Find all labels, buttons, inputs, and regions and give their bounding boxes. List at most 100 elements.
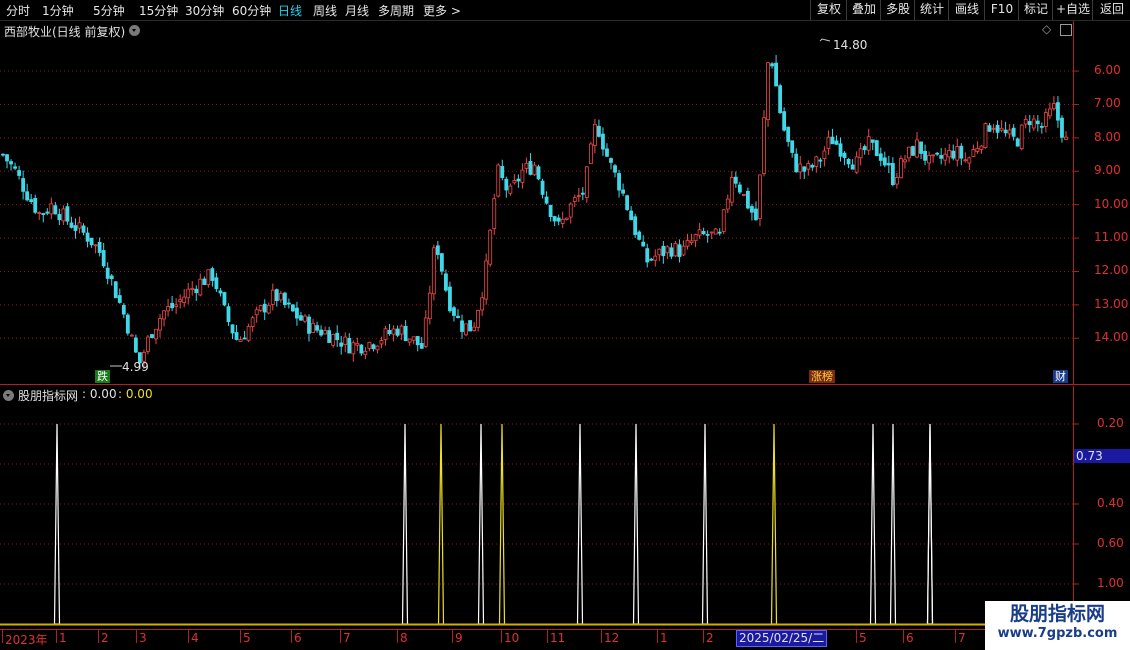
signal-bar <box>889 423 897 625</box>
tab-5min[interactable]: 5分钟 <box>93 2 125 19</box>
candle <box>1043 108 1048 133</box>
candle <box>939 148 944 165</box>
candle <box>262 299 267 321</box>
candle <box>890 157 895 187</box>
draw-line-button[interactable]: 画线 <box>948 0 985 20</box>
candle <box>601 127 605 156</box>
price-axis-label: 11.00 <box>1094 230 1129 245</box>
candlestick-panel[interactable]: 西部牧业(日线 前复权) ◇ 14.80 4.99 跌 涨榜 财 14.00 13… <box>0 21 1130 385</box>
date-axis-label: 2 <box>706 631 714 645</box>
diamond-icon[interactable]: ◇ <box>1042 22 1051 36</box>
candle <box>802 166 807 179</box>
candle <box>927 151 931 171</box>
date-axis-label: 6 <box>906 631 914 645</box>
candle <box>254 306 259 323</box>
candle <box>331 333 336 348</box>
candle <box>963 152 968 163</box>
candle <box>830 128 835 145</box>
candle <box>1039 122 1044 134</box>
tab-15min[interactable]: 15分钟 <box>139 2 178 19</box>
f10-button[interactable]: F10 <box>984 0 1019 20</box>
candle <box>605 143 609 158</box>
chevron-down-icon[interactable] <box>3 390 14 401</box>
signal-bar <box>498 423 506 625</box>
down-badge[interactable]: 跌 <box>95 370 110 383</box>
tab-minute-chart[interactable]: 分时 <box>6 2 30 19</box>
limit-list-badge[interactable]: 涨榜 <box>809 370 835 383</box>
candle <box>1060 115 1064 143</box>
multi-stock-button[interactable]: 多股 <box>880 0 915 20</box>
chevron-right-icon: > <box>447 4 461 18</box>
price-axis-label: 10.00 <box>1094 196 1129 211</box>
candle <box>343 332 348 353</box>
candle <box>315 321 319 333</box>
add-watchlist-button[interactable]: +自选 <box>1052 0 1093 20</box>
indicator-panel[interactable]: 股朋指标网 : 0.00 : 0.00 1.00 0.60 0.40 0.20 0.7… <box>0 386 1130 626</box>
candle <box>975 141 980 154</box>
period-toolbar: 分时 1分钟 5分钟 15分钟 30分钟 60分钟 日线 周线 月线 多周期 更… <box>0 0 1130 21</box>
watermark: 股朋指标网 www.7gpzb.com <box>985 601 1130 650</box>
tab-30min[interactable]: 30分钟 <box>185 2 224 19</box>
date-axis-label: 10 <box>504 631 520 645</box>
indicator-axis-label: 0.40 <box>1097 496 1124 510</box>
indicator-chart[interactable] <box>0 386 1130 626</box>
date-axis-label: 9 <box>455 631 463 645</box>
candle <box>266 302 271 315</box>
panel-toggle-icon[interactable] <box>1060 24 1072 36</box>
candle <box>737 181 742 195</box>
candle <box>484 253 489 305</box>
candle <box>488 229 493 267</box>
indicator-value-b: : 0.00 <box>118 387 153 401</box>
candle <box>101 243 106 269</box>
chevron-down-icon[interactable] <box>129 25 140 36</box>
candlestick-chart[interactable] <box>0 21 1130 385</box>
tab-1min[interactable]: 1分钟 <box>42 2 74 19</box>
candle <box>931 154 936 163</box>
candle <box>73 218 78 239</box>
candle <box>959 143 964 166</box>
adjust-button[interactable]: 复权 <box>810 0 847 20</box>
back-button[interactable]: 返回 <box>1092 0 1130 20</box>
candle <box>766 61 770 127</box>
candle <box>323 326 328 335</box>
date-axis: 2023年 1 2 3 4 5 6 7 8 9 10 11 12 1 2 5 6 7 2025/02/25/二 <box>0 629 1130 650</box>
candle <box>846 158 851 169</box>
price-axis-label: 13.00 <box>1094 296 1129 311</box>
candle <box>359 344 364 356</box>
tab-monthly[interactable]: 月线 <box>345 2 369 19</box>
tab-daily[interactable]: 日线 <box>278 2 302 19</box>
signal-bar <box>770 423 778 625</box>
tab-more[interactable]: 更多 > <box>423 2 461 19</box>
high-price-label: 14.80 <box>833 38 868 52</box>
candle <box>311 318 315 334</box>
candle <box>866 128 871 156</box>
tab-60min[interactable]: 60分钟 <box>232 2 271 19</box>
candle <box>588 141 593 165</box>
candle <box>444 269 448 293</box>
candle <box>109 274 114 286</box>
mark-button[interactable]: 标记 <box>1018 0 1053 20</box>
candle <box>146 334 150 355</box>
candle <box>786 126 791 147</box>
candle <box>713 227 718 235</box>
candle <box>995 120 1000 139</box>
price-axis-label: 12.00 <box>1094 263 1129 278</box>
candle <box>923 144 927 166</box>
tab-multi-period[interactable]: 多周期 <box>378 2 414 19</box>
candle <box>754 201 758 221</box>
candle <box>270 283 275 311</box>
price-axis-label: 9.00 <box>1094 163 1121 178</box>
statistics-button[interactable]: 统计 <box>914 0 949 20</box>
candle <box>790 140 795 158</box>
finance-badge[interactable]: 财 <box>1053 370 1068 383</box>
candle <box>363 347 368 360</box>
candle <box>456 309 460 319</box>
overlay-button[interactable]: 叠加 <box>846 0 881 20</box>
candle <box>274 288 279 307</box>
candle <box>774 55 778 87</box>
candle <box>375 345 380 354</box>
candle <box>878 147 883 167</box>
tab-weekly[interactable]: 周线 <box>313 2 337 19</box>
date-axis-label: 1 <box>59 631 67 645</box>
candle <box>717 228 722 236</box>
